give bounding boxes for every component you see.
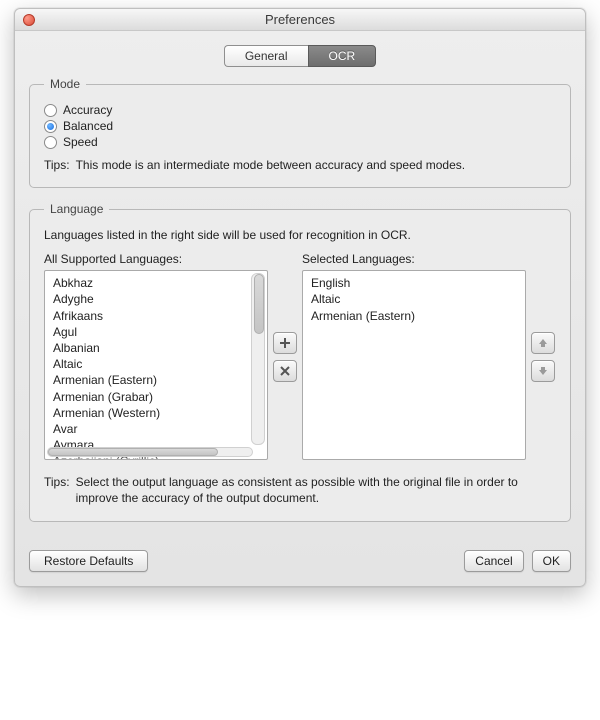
cancel-button[interactable]: Cancel bbox=[464, 550, 523, 572]
language-tips-text: Select the output language as consistent… bbox=[76, 474, 556, 506]
window-title: Preferences bbox=[265, 12, 335, 27]
remove-language-button[interactable] bbox=[273, 360, 297, 382]
all-languages-listbox[interactable]: Abkhaz Adyghe Afrikaans Agul Albanian Al… bbox=[44, 270, 268, 460]
arrow-up-icon bbox=[537, 337, 549, 349]
all-languages-label: All Supported Languages: bbox=[44, 252, 268, 266]
mode-option-balanced[interactable]: Balanced bbox=[44, 119, 556, 133]
radio-label: Speed bbox=[63, 135, 98, 149]
list-item[interactable]: Altaic bbox=[53, 356, 263, 372]
mode-group: Mode Accuracy Balanced Speed Tips: This … bbox=[29, 77, 571, 188]
list-item[interactable]: English bbox=[311, 275, 521, 291]
restore-defaults-button[interactable]: Restore Defaults bbox=[29, 550, 148, 572]
add-language-button[interactable] bbox=[273, 332, 297, 354]
list-item[interactable]: Altaic bbox=[311, 291, 521, 307]
language-legend: Language bbox=[44, 202, 109, 216]
mode-tips-text: This mode is an intermediate mode betwee… bbox=[76, 157, 466, 173]
list-item[interactable]: Abkhaz bbox=[53, 275, 263, 291]
radio-icon bbox=[44, 136, 57, 149]
vertical-scrollbar-thumb[interactable] bbox=[254, 274, 264, 334]
tab-general[interactable]: General bbox=[224, 45, 308, 67]
titlebar: Preferences bbox=[15, 9, 585, 31]
list-item[interactable]: Afrikaans bbox=[53, 308, 263, 324]
mode-tips-label: Tips: bbox=[44, 157, 70, 173]
window-close-button[interactable] bbox=[23, 14, 35, 26]
list-item[interactable]: Armenian (Western) bbox=[53, 405, 263, 421]
preferences-window: Preferences General OCR Mode Accuracy Ba… bbox=[14, 8, 586, 587]
selected-languages-label: Selected Languages: bbox=[302, 252, 526, 266]
list-item[interactable]: Armenian (Eastern) bbox=[311, 308, 521, 324]
move-down-button[interactable] bbox=[531, 360, 555, 382]
list-item[interactable]: Albanian bbox=[53, 340, 263, 356]
plus-icon bbox=[279, 337, 291, 349]
list-item[interactable]: Avar bbox=[53, 421, 263, 437]
language-group: Language Languages listed in the right s… bbox=[29, 202, 571, 521]
radio-icon bbox=[44, 120, 57, 133]
list-item[interactable]: Armenian (Eastern) bbox=[53, 372, 263, 388]
horizontal-scrollbar-thumb[interactable] bbox=[48, 448, 218, 456]
list-item[interactable]: Adyghe bbox=[53, 291, 263, 307]
list-item[interactable]: Agul bbox=[53, 324, 263, 340]
mode-legend: Mode bbox=[44, 77, 86, 91]
x-icon bbox=[279, 365, 291, 377]
language-tips-label: Tips: bbox=[44, 474, 70, 506]
radio-icon bbox=[44, 104, 57, 117]
arrow-down-icon bbox=[537, 365, 549, 377]
move-up-button[interactable] bbox=[531, 332, 555, 354]
list-item[interactable]: Armenian (Grabar) bbox=[53, 389, 263, 405]
language-description: Languages listed in the right side will … bbox=[44, 228, 556, 242]
radio-label: Balanced bbox=[63, 119, 113, 133]
ok-button[interactable]: OK bbox=[532, 550, 571, 572]
tab-bar: General OCR bbox=[29, 45, 571, 67]
mode-option-speed[interactable]: Speed bbox=[44, 135, 556, 149]
mode-option-accuracy[interactable]: Accuracy bbox=[44, 103, 556, 117]
radio-label: Accuracy bbox=[63, 103, 112, 117]
tab-ocr[interactable]: OCR bbox=[308, 45, 377, 67]
selected-languages-listbox[interactable]: English Altaic Armenian (Eastern) bbox=[302, 270, 526, 460]
